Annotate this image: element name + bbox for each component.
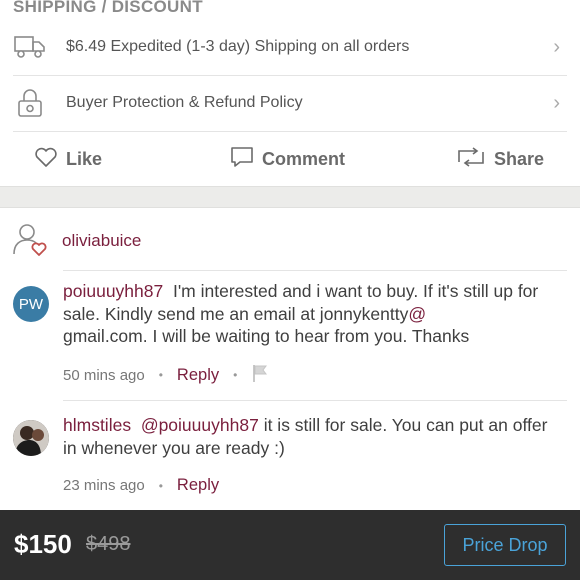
- heart-icon: [34, 146, 58, 173]
- lock-icon: [13, 86, 47, 120]
- share-icon: [456, 146, 486, 172]
- like-label: Like: [66, 148, 103, 169]
- reply-button[interactable]: Reply: [177, 476, 219, 495]
- comment-text: hlmstiles @poiuuuyhh87 it is still for s…: [63, 414, 563, 459]
- avatar[interactable]: PW: [13, 286, 49, 322]
- bottom-price-bar: $150 $498 Price Drop: [0, 510, 580, 580]
- shipping-row[interactable]: $6.49 Expedited (1-3 day) Shipping on al…: [0, 19, 580, 75]
- truck-icon: [13, 30, 47, 64]
- current-price: $150: [14, 529, 72, 559]
- comment-icon: [230, 146, 254, 173]
- reply-button[interactable]: Reply: [177, 366, 219, 385]
- original-price: $498: [86, 533, 131, 555]
- avatar[interactable]: [13, 420, 49, 456]
- comment-meta: 50 mins ago • Reply •: [63, 364, 269, 386]
- separator-dot: •: [158, 478, 163, 493]
- section-separator: [0, 186, 580, 208]
- buyer-protection-label: Buyer Protection & Refund Policy: [66, 94, 303, 111]
- action-bar: Like Comment Share: [0, 136, 580, 182]
- share-button[interactable]: Share: [456, 136, 544, 182]
- comment-timestamp: 50 mins ago: [63, 366, 145, 384]
- comment-timestamp: 23 mins ago: [63, 477, 145, 494]
- email-at-symbol: @: [408, 303, 427, 324]
- comment-text: poiuuuyhh87 I'm interested and i want to…: [63, 280, 563, 348]
- price-drop-button[interactable]: Price Drop: [444, 524, 566, 566]
- section-header: SHIPPING / DISCOUNT: [13, 0, 203, 16]
- divider: [63, 270, 567, 271]
- comment-label: Comment: [262, 148, 346, 169]
- comment-body: it is still for sale. You can put an off…: [63, 415, 548, 458]
- flag-icon[interactable]: [251, 364, 269, 386]
- separator-dot: •: [233, 368, 238, 382]
- chevron-right-icon: ›: [553, 35, 560, 58]
- comment-username-link[interactable]: poiuuuyhh87: [63, 281, 163, 301]
- shipping-label: $6.49 Expedited (1-3 day) Shipping on al…: [66, 38, 410, 55]
- comment-username-link[interactable]: hlmstiles: [63, 415, 131, 435]
- share-label: Share: [494, 148, 545, 169]
- chevron-right-icon: ›: [553, 91, 560, 114]
- comment-body-tail: gmail.com. I will be waiting to hear fro…: [63, 326, 470, 346]
- buyer-protection-row[interactable]: Buyer Protection & Refund Policy ›: [0, 75, 580, 131]
- comment-meta: 23 mins ago • Reply: [63, 476, 219, 495]
- divider: [13, 131, 567, 132]
- divider: [63, 400, 567, 401]
- like-button[interactable]: Like: [34, 136, 102, 182]
- owner-username-link[interactable]: oliviabuice: [62, 231, 141, 251]
- user-heart-icon: [13, 222, 49, 263]
- mention-link[interactable]: @poiuuuyhh87: [141, 415, 259, 435]
- separator-dot: •: [158, 368, 163, 382]
- comment-button[interactable]: Comment: [230, 136, 345, 182]
